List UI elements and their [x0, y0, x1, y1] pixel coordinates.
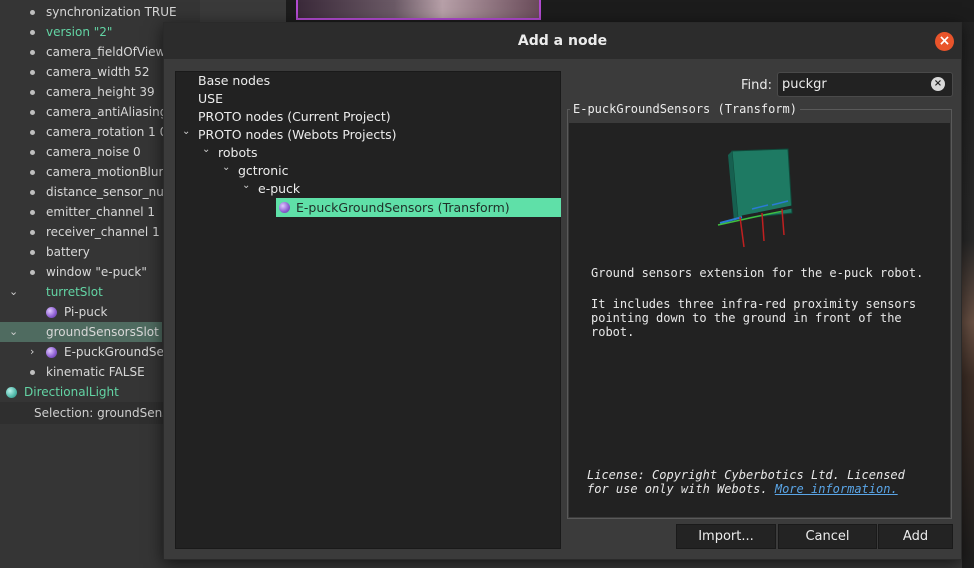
field-dot-icon: [30, 370, 35, 375]
scene-tree-label: camera_antiAliasing: [46, 105, 168, 119]
node-tree[interactable]: Base nodes USE PROTO nodes (Current Proj…: [175, 71, 561, 549]
tree-item-robots[interactable]: robots: [218, 144, 258, 162]
field-dot-icon: [30, 270, 35, 275]
tree-item-proto-current[interactable]: PROTO nodes (Current Project): [198, 108, 391, 126]
node-description-detail: It includes three infra-red proximity se…: [591, 297, 917, 339]
cancel-button[interactable]: Cancel: [778, 524, 877, 549]
scene-tree-row[interactable]: synchronization TRUE: [0, 2, 200, 22]
scene-tree-label: DirectionalLight: [24, 385, 119, 399]
node-preview-image: [717, 148, 793, 248]
3d-view-image: [296, 0, 541, 20]
scene-tree-label: E-puckGroundSe: [64, 345, 164, 359]
tree-item-gctronic[interactable]: gctronic: [238, 162, 289, 180]
info-title: E-puckGroundSensors (Transform): [570, 101, 800, 117]
tree-item-use[interactable]: USE: [198, 90, 223, 108]
chevron-right-icon[interactable]: ›: [30, 342, 34, 362]
add-node-dialog: Add a node × Base nodes USE PROTO nodes …: [163, 22, 962, 560]
find-label: Find:: [741, 78, 773, 93]
tree-item-base-nodes[interactable]: Base nodes: [198, 72, 270, 90]
field-dot-icon: [30, 130, 35, 135]
field-dot-icon: [30, 190, 35, 195]
field-dot-icon: [30, 250, 35, 255]
chevron-down-icon[interactable]: ⌄: [9, 322, 18, 342]
scene-tree-label: emitter_channel 1: [46, 205, 156, 219]
scene-tree-label: receiver_channel 1: [46, 225, 160, 239]
field-dot-icon: [30, 110, 35, 115]
chevron-down-icon[interactable]: ⌄: [202, 144, 210, 155]
node-sphere-icon: [46, 347, 57, 358]
tree-item-proto-webots[interactable]: PROTO nodes (Webots Projects): [198, 126, 397, 144]
proto-node-icon: [279, 202, 290, 213]
scene-tree-label: camera_width 52: [46, 65, 150, 79]
chevron-down-icon[interactable]: ⌄: [222, 162, 230, 173]
field-dot-icon: [30, 210, 35, 215]
scene-tree-label: camera_fieldOfView: [46, 45, 166, 59]
chevron-down-icon[interactable]: ⌄: [182, 126, 190, 137]
field-dot-icon: [30, 50, 35, 55]
scene-tree-label: camera_noise 0: [46, 145, 141, 159]
scene-tree-label: version "2": [46, 25, 113, 39]
scene-tree-label: camera_motionBlur: [46, 165, 164, 179]
node-description: Ground sensors extension for the e-puck …: [591, 266, 924, 280]
selection-status: Selection: groundSensorsSlot: [0, 402, 163, 424]
field-dot-icon: [30, 10, 35, 15]
field-dot-icon: [30, 230, 35, 235]
add-button[interactable]: Add: [878, 524, 953, 549]
scene-tree-label: camera_rotation 1 0: [46, 125, 168, 139]
license-text: License: Copyright Cyberbotics Ltd. Lice…: [587, 468, 947, 496]
3d-view-right: [962, 22, 974, 568]
scene-tree-label: kinematic FALSE: [46, 365, 145, 379]
clear-icon[interactable]: ×: [931, 77, 945, 91]
field-dot-icon: [30, 90, 35, 95]
tree-item-selected-label: E-puckGroundSensors (Transform): [296, 200, 510, 215]
chevron-down-icon[interactable]: ⌄: [9, 282, 18, 302]
field-dot-icon: [30, 150, 35, 155]
scene-tree-label: groundSensorsSlot: [46, 325, 159, 339]
scene-tree-label: distance_sensor_nu: [46, 185, 164, 199]
close-icon[interactable]: ×: [935, 32, 954, 51]
tree-item-e-puck[interactable]: e-puck: [258, 180, 300, 198]
scene-tree-label: window "e-puck": [46, 265, 147, 279]
scene-tree-label: synchronization TRUE: [46, 5, 177, 19]
tree-item-selected-node[interactable]: E-puckGroundSensors (Transform): [276, 198, 561, 217]
scene-tree-label: camera_height 39: [46, 85, 155, 99]
node-sphere-icon: [6, 387, 17, 398]
search-input[interactable]: [777, 72, 953, 97]
field-dot-icon: [30, 170, 35, 175]
dialog-title: Add a node: [164, 23, 961, 59]
field-dot-icon: [30, 30, 35, 35]
more-information-link[interactable]: More information.: [775, 482, 898, 496]
scene-tree-label: turretSlot: [46, 285, 103, 299]
scene-tree-label: Pi-puck: [64, 305, 108, 319]
scene-tree-row[interactable]: ⌄ groundSensorsSlot: [0, 322, 162, 342]
field-dot-icon: [30, 70, 35, 75]
import-button[interactable]: Import...: [676, 524, 776, 549]
node-sphere-icon: [46, 307, 57, 318]
3d-view-top: [286, 0, 974, 22]
scene-tree-label: battery: [46, 245, 90, 259]
chevron-down-icon[interactable]: ⌄: [242, 180, 250, 191]
